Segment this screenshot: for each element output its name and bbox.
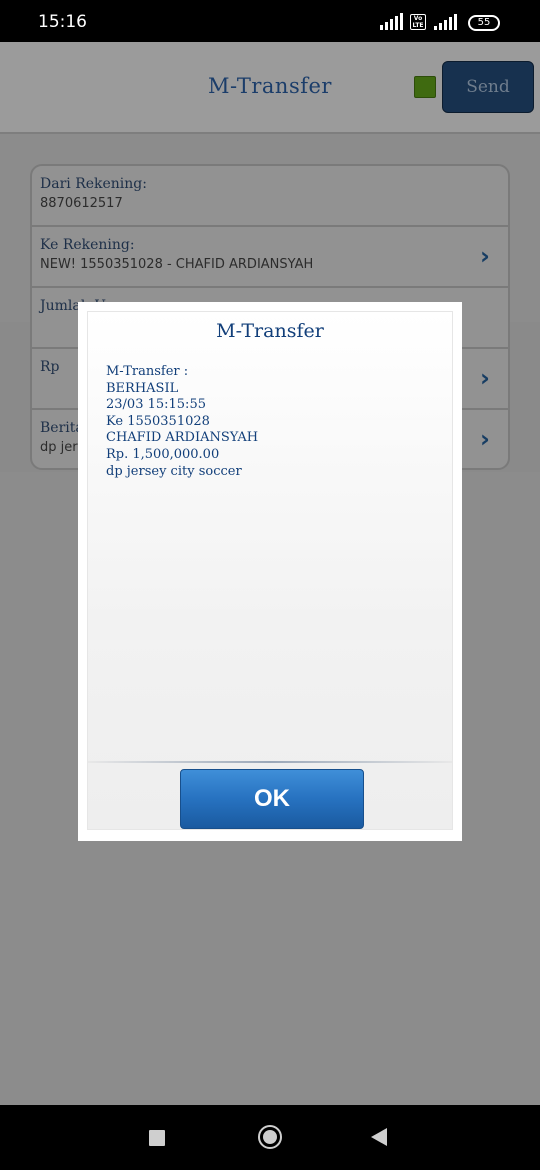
signal-icon	[380, 12, 403, 30]
chevron-right-icon: ›	[480, 425, 490, 453]
home-icon[interactable]	[258, 1125, 282, 1149]
form-label: Ke Rekening:	[40, 237, 135, 253]
dialog-title: M-Transfer	[216, 320, 324, 342]
status-indicator	[414, 76, 436, 98]
signal-2-icon	[434, 12, 457, 30]
form-label: Dari Rekening:	[40, 176, 147, 192]
message-line: 23/03 15:15:55	[106, 397, 206, 413]
status-time: 15:16	[38, 12, 87, 32]
chevron-right-icon: ›	[480, 364, 490, 392]
form-value: NEW! 1550351028 - CHAFID ARDIANSYAH	[40, 257, 314, 272]
battery-icon: 55	[468, 15, 500, 31]
send-button[interactable]: Send	[442, 61, 534, 113]
message-line: CHAFID ARDIANSYAH	[106, 430, 259, 446]
message-line: Ke 1550351028	[106, 413, 210, 429]
message-line: Rp. 1,500,000.00	[106, 446, 220, 462]
ok-button[interactable]: OK	[180, 769, 364, 829]
back-icon[interactable]	[371, 1128, 387, 1146]
volte-icon: Vo LTE	[410, 14, 426, 30]
form-row-source-account[interactable]: Dari Rekening: 8870612517	[32, 166, 508, 227]
form-row-destination-account[interactable]: Ke Rekening: NEW! 1550351028 - CHAFID AR…	[32, 227, 508, 288]
chevron-right-icon: ›	[480, 242, 490, 270]
form-value: dp jer	[40, 440, 78, 455]
message-line: dp jersey city soccer	[106, 463, 242, 479]
dialog-body: M-Transfer M-Transfer : BERHASIL 23/03 1…	[87, 311, 453, 830]
status-bar: 15:16 Vo LTE 55	[0, 0, 540, 42]
form-label: Rp	[40, 359, 60, 375]
dialog-message: M-Transfer : BERHASIL 23/03 15:15:55 Ke …	[106, 364, 258, 480]
app-header: M-Transfer Send	[0, 42, 540, 134]
navigation-bar	[0, 1105, 540, 1170]
message-line: BERHASIL	[106, 380, 179, 396]
result-dialog: M-Transfer M-Transfer : BERHASIL 23/03 1…	[78, 302, 462, 841]
dialog-divider	[88, 761, 452, 763]
recent-apps-icon[interactable]	[149, 1130, 165, 1146]
message-line: M-Transfer :	[106, 364, 189, 379]
form-value: 8870612517	[40, 196, 123, 211]
